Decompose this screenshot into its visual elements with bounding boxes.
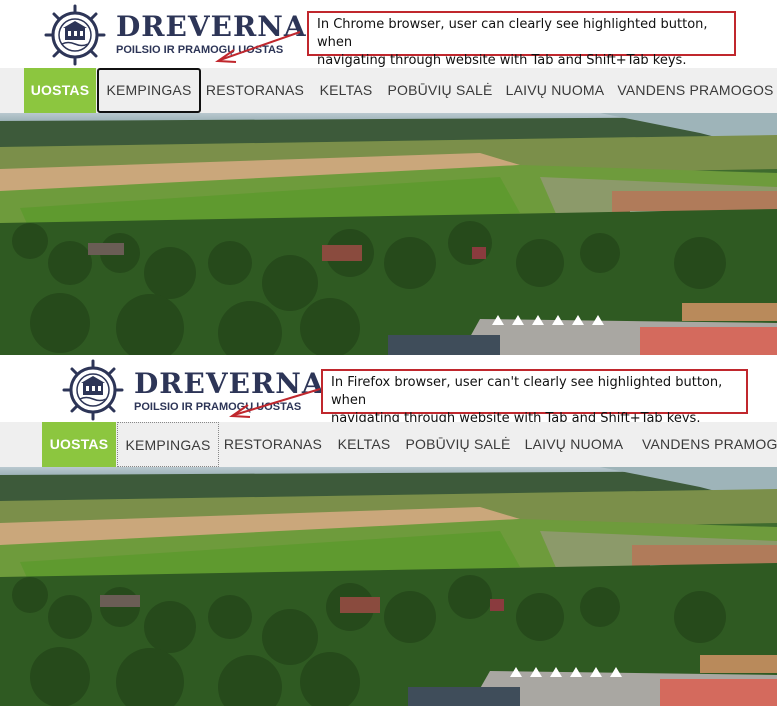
callout-line-1: In Firefox browser, user can't clearly s… bbox=[331, 375, 723, 408]
site-header: DREVERNA POILSIO IR PRAMOGŲ UOSTAS In Fi… bbox=[0, 355, 777, 426]
aerial-landscape-photo bbox=[0, 467, 777, 706]
annotation-callout: In Chrome browser, user can clearly see … bbox=[307, 11, 736, 68]
red-arrow-icon bbox=[229, 388, 321, 418]
nav-item-laivu-nuoma[interactable]: LAIVŲ NUOMA bbox=[498, 68, 612, 113]
chrome-screenshot-panel: DREVERNA POILSIO IR PRAMOGŲ UOSTAS In Ch… bbox=[0, 0, 777, 355]
nav-item-keltas[interactable]: KELTAS bbox=[310, 68, 382, 113]
nav-item-uostas[interactable]: UOSTAS bbox=[24, 68, 96, 113]
nav-item-keltas[interactable]: KELTAS bbox=[328, 422, 400, 467]
nav-item-vandens-pramogos[interactable]: VANDENS PRAMOGOS bbox=[634, 422, 777, 467]
ship-wheel-icon bbox=[62, 359, 124, 421]
ship-wheel-icon bbox=[44, 4, 106, 66]
firefox-screenshot-panel: DREVERNA POILSIO IR PRAMOGŲ UOSTAS In Fi… bbox=[0, 355, 777, 706]
nav-item-pobuviu-sale[interactable]: POBŪVIŲ SALĖ bbox=[402, 422, 514, 467]
main-navigation: UOSTAS KEMPINGAS RESTORANAS KELTAS POBŪV… bbox=[0, 422, 777, 467]
red-arrow-icon bbox=[215, 31, 301, 63]
aerial-landscape-photo bbox=[0, 113, 777, 355]
nav-item-uostas[interactable]: UOSTAS bbox=[42, 422, 116, 467]
nav-item-vandens-pramogos[interactable]: VANDENS PRAMOGOS bbox=[614, 68, 777, 113]
main-navigation: UOSTAS KEMPINGAS RESTORANAS KELTAS POBŪV… bbox=[0, 68, 777, 113]
nav-item-restoranas[interactable]: RESTORANAS bbox=[220, 422, 326, 467]
site-header: DREVERNA POILSIO IR PRAMOGŲ UOSTAS In Ch… bbox=[0, 0, 777, 68]
nav-item-pobuviu-sale[interactable]: POBŪVIŲ SALĖ bbox=[384, 68, 496, 113]
nav-item-kempingas[interactable]: KEMPINGAS bbox=[97, 68, 201, 113]
nav-item-restoranas[interactable]: RESTORANAS bbox=[202, 68, 308, 113]
nav-item-kempingas[interactable]: KEMPINGAS bbox=[117, 422, 219, 467]
annotation-callout: In Firefox browser, user can't clearly s… bbox=[321, 369, 748, 426]
callout-line-1: In Chrome browser, user can clearly see … bbox=[317, 17, 708, 50]
nav-item-laivu-nuoma[interactable]: LAIVŲ NUOMA bbox=[516, 422, 632, 467]
